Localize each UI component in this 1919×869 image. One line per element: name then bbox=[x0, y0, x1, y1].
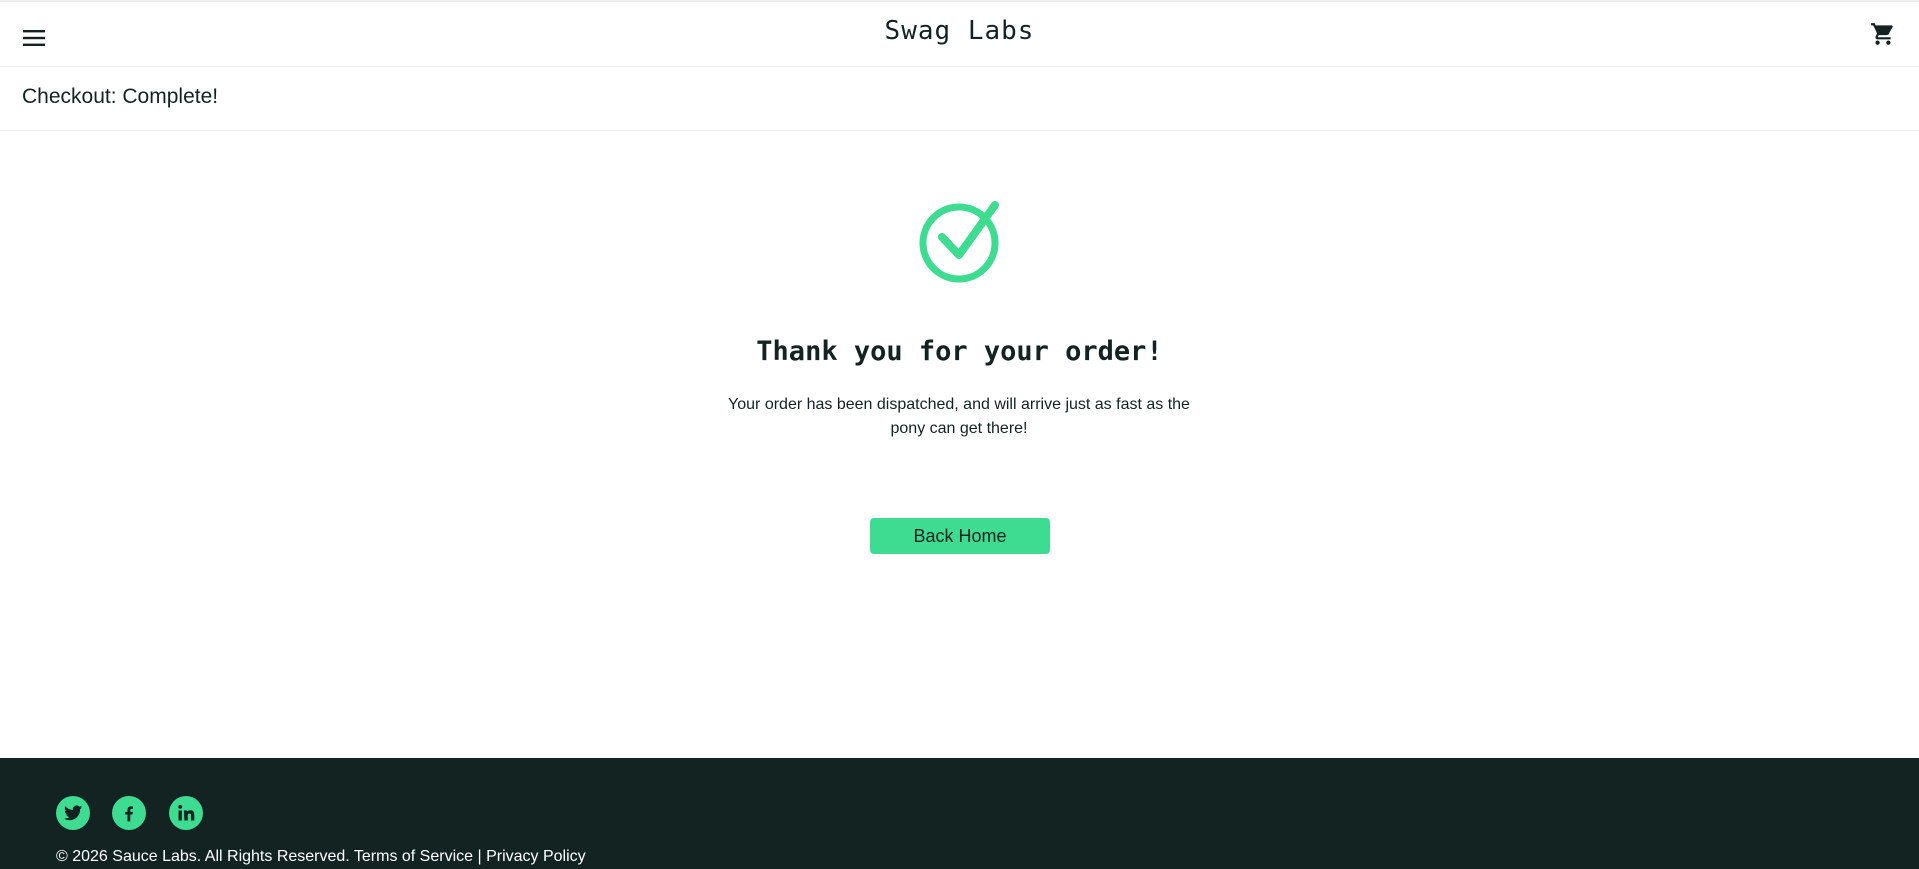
checkout-complete-page: Swag Labs Checkout: Complete! Thank you … bbox=[0, 0, 1919, 869]
footer-copyright: © 2026 Sauce Labs. All Rights Reserved. … bbox=[56, 848, 586, 865]
social-linkedin-link[interactable] bbox=[169, 796, 203, 830]
complete-header: Thank you for your order! bbox=[756, 336, 1163, 367]
page-title: Checkout: Complete! bbox=[22, 85, 219, 108]
check-circle-icon bbox=[919, 201, 999, 283]
twitter-icon bbox=[63, 805, 83, 821]
social-facebook-link[interactable] bbox=[112, 796, 146, 830]
shopping-cart-icon bbox=[1871, 23, 1893, 45]
primary-header: Swag Labs bbox=[0, 0, 1919, 67]
footer: © 2026 Sauce Labs. All Rights Reserved. … bbox=[0, 758, 1919, 869]
complete-text: Your order has been dispatched, and will… bbox=[728, 396, 1190, 437]
back-home-button[interactable]: Back Home bbox=[870, 518, 1050, 554]
facebook-icon bbox=[125, 806, 133, 822]
linkedin-icon bbox=[178, 804, 195, 821]
secondary-header: Checkout: Complete! bbox=[0, 67, 1919, 131]
social-twitter-link[interactable] bbox=[56, 796, 90, 830]
app-logo: Swag Labs bbox=[884, 16, 1035, 46]
shopping-cart-link[interactable] bbox=[1865, 16, 1901, 52]
